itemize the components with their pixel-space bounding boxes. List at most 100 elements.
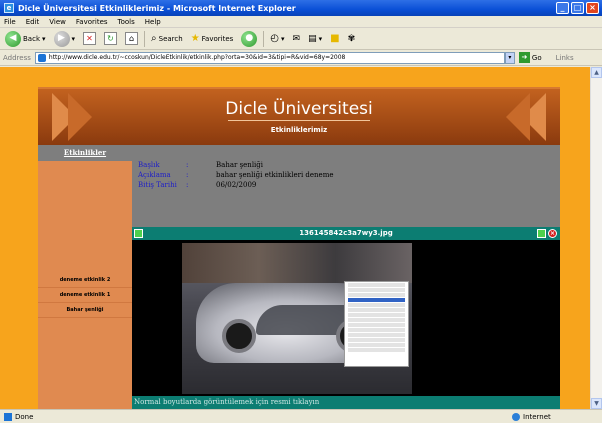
- status-bar: Done Internet: [0, 409, 602, 423]
- menu-line: [348, 343, 405, 347]
- menu-line: [348, 293, 405, 297]
- status-text: Done: [15, 412, 34, 421]
- back-button[interactable]: ◀ Back ▾: [3, 30, 48, 48]
- menu-line: [348, 313, 405, 317]
- menu-edit[interactable]: Edit: [26, 18, 40, 26]
- minimize-button[interactable]: _: [556, 2, 569, 14]
- menu-line: [348, 333, 405, 337]
- globe-icon: [512, 412, 520, 421]
- stop-button[interactable]: ✕: [81, 31, 98, 46]
- chevron-down-icon: ▾: [318, 34, 323, 43]
- detail-key: Bitiş Tarihi: [138, 181, 177, 189]
- sidebar-item-deneme-etkinlik-2[interactable]: deneme etkinlik 2: [38, 273, 132, 288]
- scroll-down-icon[interactable]: ▼: [591, 398, 602, 409]
- chevron-down-icon: ▾: [42, 34, 46, 43]
- detail-key: Başlık: [138, 161, 160, 169]
- menu-file[interactable]: File: [4, 18, 16, 26]
- detail-colon: :: [186, 181, 189, 189]
- window-titlebar: e Dicle Üniversitesi Etkinliklerimiz - M…: [0, 0, 602, 16]
- home-button[interactable]: ⌂: [123, 31, 140, 46]
- menu-line: [348, 308, 405, 312]
- ie-icon: e: [4, 3, 14, 13]
- menu-line: [348, 288, 405, 292]
- menu-line: [348, 323, 405, 327]
- history-button[interactable]: ◴ ▾: [268, 32, 286, 45]
- close-icon[interactable]: ×: [548, 229, 557, 238]
- chevron-down-icon: ▾: [71, 34, 76, 43]
- menu-favorites[interactable]: Favorites: [76, 18, 108, 26]
- refresh-button[interactable]: ↻: [102, 31, 119, 46]
- detail-value: 06/02/2009: [216, 181, 257, 189]
- menu-tools[interactable]: Tools: [118, 18, 135, 26]
- address-label: Address: [3, 53, 31, 62]
- chevron-down-icon: ▾: [281, 34, 285, 43]
- event-photo[interactable]: [182, 243, 412, 394]
- search-button[interactable]: ⌕ Search: [149, 32, 185, 45]
- menu-line: [348, 283, 405, 287]
- photo-background-crowd: [182, 243, 412, 283]
- menu-line: [348, 338, 405, 342]
- print-button[interactable]: ▤ ▾: [306, 33, 324, 45]
- title-divider: [228, 120, 370, 121]
- favorites-button[interactable]: ★ Favorites: [189, 32, 236, 45]
- window-title: Dicle Üniversitesi Etkinliklerimiz - Mic…: [18, 3, 296, 13]
- menu-help[interactable]: Help: [145, 18, 161, 26]
- security-zone: Internet: [512, 412, 551, 421]
- sidebar-item-bahar-senligi[interactable]: Bahar şenliği: [38, 303, 132, 318]
- menu-view[interactable]: View: [49, 18, 66, 26]
- image-viewer-body: [132, 240, 560, 396]
- forward-button[interactable]: ▶ ▾: [52, 30, 78, 48]
- maximize-button[interactable]: □: [571, 2, 584, 14]
- detail-key: Açıklama: [138, 171, 171, 179]
- search-icon: ⌕: [151, 33, 157, 44]
- refresh-icon: ↻: [104, 32, 118, 45]
- page-icon: [37, 53, 46, 62]
- photo-wheel: [222, 319, 256, 353]
- print-icon: ▤: [308, 33, 317, 44]
- go-label: Go: [531, 53, 542, 62]
- restore-icon[interactable]: [537, 229, 546, 238]
- page-viewport: Dicle Üniversitesi Etkinliklerimiz Etkin…: [0, 67, 590, 409]
- zone-label: Internet: [523, 412, 551, 421]
- menu-line: [348, 348, 405, 352]
- close-button[interactable]: ×: [586, 2, 599, 14]
- menu-line: [348, 303, 405, 307]
- page-container: Dicle Üniversitesi Etkinliklerimiz Etkin…: [38, 87, 560, 409]
- detail-colon: :: [186, 161, 189, 169]
- address-url: http://www.dicle.edu.tr/~ccoskun/DicleEt…: [48, 54, 346, 61]
- expand-icon[interactable]: [134, 229, 143, 238]
- back-arrow-icon: ◀: [5, 30, 21, 47]
- address-bar: Address http://www.dicle.edu.tr/~ccoskun…: [0, 50, 602, 66]
- back-label: Back: [23, 34, 40, 43]
- page-icon: [4, 412, 12, 421]
- image-caption: Normal boyutlarda görüntülemek için resm…: [132, 396, 560, 409]
- address-input[interactable]: http://www.dicle.edu.tr/~ccoskun/DicleEt…: [34, 51, 505, 64]
- go-button[interactable]: ➜ Go: [518, 52, 542, 63]
- photo-context-menu: [344, 281, 409, 367]
- menu-bar: File Edit View Favorites Tools Help: [0, 16, 602, 28]
- sidebar-item-deneme-etkinlik-1[interactable]: deneme etkinlik 1: [38, 288, 132, 303]
- toolbar-separator: [144, 30, 146, 47]
- media-button[interactable]: ●: [239, 30, 259, 48]
- site-title: Dicle Üniversitesi: [225, 99, 373, 119]
- mail-button[interactable]: ✉: [291, 33, 303, 45]
- toolbar-separator: [263, 30, 265, 47]
- image-filename: 136145842c3a7wy3.jpg: [299, 229, 393, 237]
- go-arrow-icon: ➜: [518, 52, 530, 63]
- search-label: Search: [158, 34, 183, 43]
- menu-line: [348, 318, 405, 322]
- research-button[interactable]: ✾: [346, 33, 358, 45]
- browser-toolbar: ◀ Back ▾ ▶ ▾ ✕ ↻ ⌂ ⌕ Search ★ Favorites …: [0, 28, 602, 50]
- address-dropdown-button[interactable]: ▾: [504, 51, 515, 64]
- header-banner: Dicle Üniversitesi Etkinliklerimiz: [38, 87, 560, 145]
- scroll-up-icon[interactable]: ▲: [591, 67, 602, 78]
- window-controls: _ □ ×: [556, 2, 599, 14]
- sidebar: Etkinlikler deneme etkinlik 2 deneme etk…: [38, 145, 132, 409]
- menu-line: [348, 298, 405, 302]
- detail-value: bahar şenliği etkinlikleri deneme: [216, 171, 334, 179]
- sidebar-header-link[interactable]: Etkinlikler: [38, 145, 132, 161]
- folder-button[interactable]: ■: [328, 32, 341, 45]
- forward-arrow-icon: ▶: [53, 30, 70, 47]
- links-toolbar[interactable]: Links: [556, 54, 574, 62]
- vertical-scrollbar[interactable]: ▲ ▼: [590, 67, 602, 409]
